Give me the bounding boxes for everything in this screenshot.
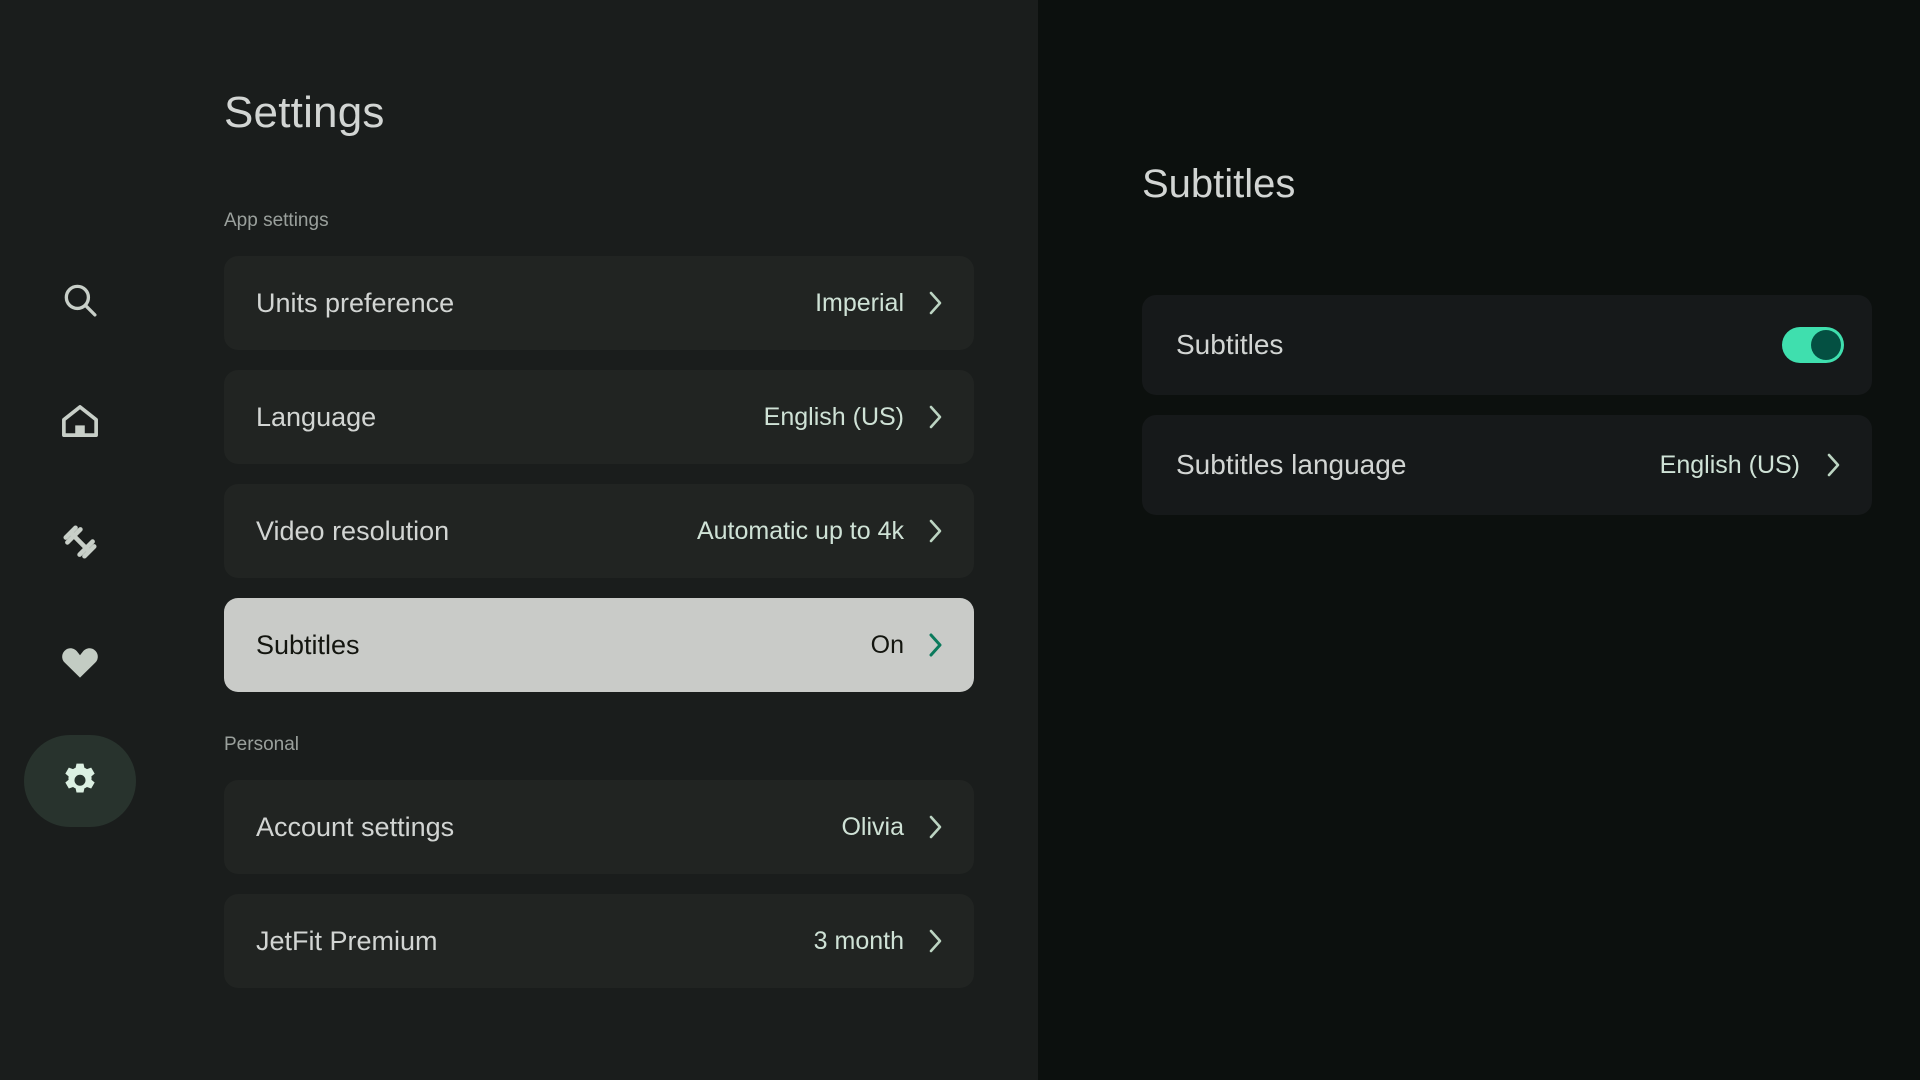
chevron-right-icon (926, 287, 946, 319)
sidebar-item-settings[interactable] (24, 735, 136, 827)
detail-panel: Subtitles Subtitles Subtitles language E… (1038, 0, 1920, 1080)
sidebar-item-favorites[interactable] (24, 616, 136, 708)
row-value: Imperial (815, 288, 904, 317)
page-title: Settings (224, 88, 385, 137)
settings-row-account-settings[interactable]: Account settings Olivia (224, 780, 974, 874)
search-icon (59, 279, 101, 321)
section-label-personal: Personal (224, 734, 299, 755)
gear-icon (58, 759, 102, 803)
detail-row-subtitles[interactable]: Subtitles (1142, 295, 1872, 395)
chevron-right-icon (1824, 449, 1844, 481)
section-label-app-settings: App settings (224, 210, 329, 231)
chevron-right-icon (926, 515, 946, 547)
row-label: Subtitles (256, 629, 360, 660)
row-label: Video resolution (256, 515, 450, 546)
chevron-right-icon (926, 629, 946, 661)
settings-row-subtitles[interactable]: Subtitles On (224, 598, 974, 692)
row-value: Automatic up to 4k (696, 516, 904, 545)
chevron-right-icon (926, 401, 946, 433)
sidebar-rail (0, 0, 160, 1080)
row-value: 3 month (813, 926, 904, 955)
dumbbell-icon (57, 519, 103, 565)
settings-row-video-resolution[interactable]: Video resolution Automatic up to 4k (224, 484, 974, 578)
sidebar-item-search[interactable] (24, 254, 136, 346)
home-icon (58, 399, 102, 443)
sidebar-item-workouts[interactable] (24, 496, 136, 588)
row-label: Account settings (256, 811, 455, 842)
settings-screen: Settings App settings Units preference I… (0, 0, 1920, 1080)
chevron-right-icon (926, 811, 946, 843)
detail-panel-title: Subtitles (1142, 162, 1296, 206)
detail-row-label: Subtitles (1176, 329, 1284, 360)
settings-row-jetfit-premium[interactable]: JetFit Premium 3 month (224, 894, 974, 988)
detail-row-label: Subtitles language (1176, 449, 1407, 480)
toggle-knob (1811, 330, 1841, 360)
row-label: Language (256, 401, 377, 432)
detail-row-subtitles-language[interactable]: Subtitles language English (US) (1142, 415, 1872, 515)
row-label: Units preference (256, 287, 455, 318)
subtitles-toggle[interactable] (1782, 327, 1844, 363)
settings-row-units-preference[interactable]: Units preference Imperial (224, 256, 974, 350)
row-value: English (US) (763, 402, 904, 431)
left-panel: Settings App settings Units preference I… (0, 0, 1038, 1080)
settings-column: Settings App settings Units preference I… (224, 0, 984, 1080)
detail-row-value: English (US) (1659, 450, 1800, 479)
sidebar-item-home[interactable] (24, 375, 136, 467)
chevron-right-icon (926, 925, 946, 957)
row-value: Olivia (841, 812, 904, 841)
settings-row-language[interactable]: Language English (US) (224, 370, 974, 464)
heart-icon (58, 640, 102, 684)
row-value: On (870, 630, 904, 659)
row-label: JetFit Premium (256, 925, 438, 956)
